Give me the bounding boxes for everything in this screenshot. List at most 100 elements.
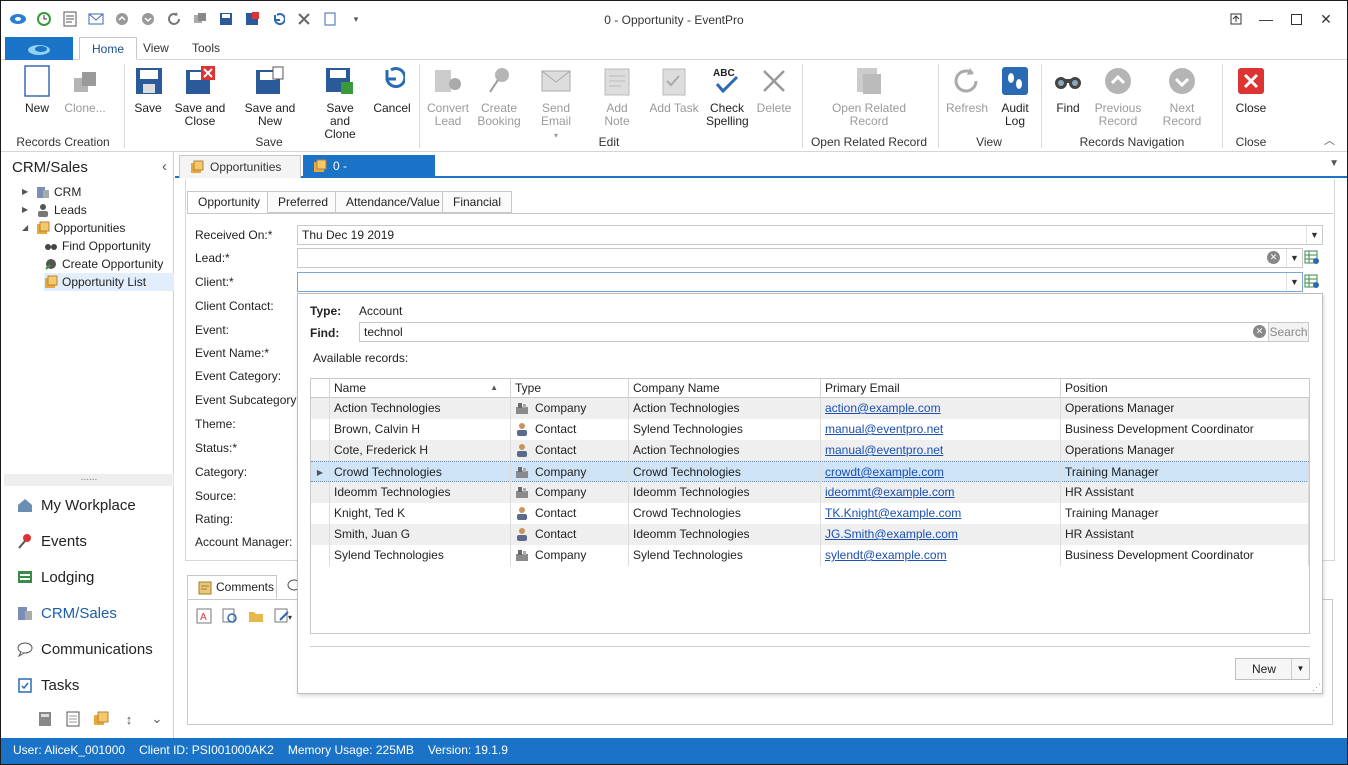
clear-icon[interactable]: ✕ [1267,251,1280,264]
open-related-record-button[interactable]: Open Related Record [831,64,907,128]
search-button[interactable]: Search [1268,323,1308,341]
find-replace-icon[interactable] [222,608,238,627]
collapse-panel-icon[interactable]: ‹ [162,158,167,175]
find-button[interactable]: Find [1051,64,1085,115]
client-field[interactable]: ▼ [297,272,1303,292]
chevron-down-icon[interactable]: ▼ [1286,249,1302,267]
table-row[interactable]: Action Technologies Company Action Technol… [311,398,1309,419]
table-row[interactable]: Ideomm Technologies Company Ideomm Technol… [311,482,1309,503]
nav-tasks[interactable]: Tasks [17,674,79,696]
delete-button[interactable]: Delete [755,64,793,115]
chevron-down-icon[interactable]: ▼ [1306,226,1322,244]
email-link[interactable]: manual@eventpro.net [825,443,943,457]
email-link[interactable]: ideommt@example.com [825,485,955,499]
close-window-icon[interactable]: ✕ [1311,7,1341,31]
row-indicator[interactable] [311,440,330,461]
chevron-down-icon[interactable]: ▼ [1286,273,1302,291]
maximize-icon[interactable] [1281,7,1311,31]
email-link[interactable]: sylendt@example.com [825,548,947,562]
tab-opportunity-record[interactable]: 0 - Opportunity✕ [303,155,435,195]
tab-list-dropdown-icon[interactable]: ▼ [1329,158,1339,169]
grid-lookup-icon[interactable] [1304,273,1320,291]
cancel-button[interactable]: Cancel [372,64,412,115]
column-header-name[interactable]: Name ▲ [330,379,511,398]
tree-item-opportunity-list[interactable]: Opportunity List [44,273,174,291]
tree-item-create-opportunity[interactable]: Create Opportunity [44,255,163,273]
create-booking-button[interactable]: Create Booking [477,64,521,128]
table-row[interactable]: Cote, Frederick H Contact Action Technolog… [311,440,1309,461]
previous-record-button[interactable]: Previous Record [1093,64,1143,128]
email-link[interactable]: manual@eventpro.net [825,422,943,436]
check-spelling-button[interactable]: ABC Check Spelling [706,64,749,128]
save-and-clone-button[interactable]: Save and Clone [315,64,365,141]
open-folder-icon[interactable] [248,608,264,627]
resize-grip-icon[interactable]: ⋰ [1312,682,1321,693]
column-header-primary-email[interactable]: Primary Email [821,379,1061,398]
nav-lodging[interactable]: Lodging [17,566,94,588]
column-header-company-name[interactable]: Company Name [629,379,821,398]
collapse-ribbon-icon[interactable]: ︿ [1324,132,1335,148]
row-indicator[interactable] [311,545,330,566]
row-indicator[interactable] [311,398,330,419]
tab-view[interactable]: View [131,37,181,60]
tab-preferred[interactable]: Preferred [267,191,340,213]
app-menu-button[interactable] [5,37,73,60]
clone-button[interactable]: Clone... [61,64,109,115]
tree-item-opportunities[interactable]: ◢ Opportunities [22,219,125,237]
row-indicator[interactable] [311,503,330,524]
new-button[interactable]: New [19,64,55,115]
nav-crm-sales[interactable]: CRM/Sales [17,602,117,624]
nav-events[interactable]: Events [17,530,87,552]
nav-communications[interactable]: Communications [17,638,153,660]
format-icon[interactable]: A [196,608,212,627]
table-row[interactable]: Smith, Juan G Contact Ideomm Technologies J… [311,524,1309,545]
refresh-button[interactable]: Refresh [945,64,989,115]
find-input[interactable]: technol ✕ Search [359,322,1309,342]
tab-opportunity[interactable]: Opportunity [187,191,272,214]
add-note-button[interactable]: Add Note [593,64,641,128]
minimize-icon[interactable]: — [1251,7,1281,31]
grid-lookup-icon[interactable] [1304,249,1320,267]
received-on-field[interactable]: Thu Dec 19 2019 ▼ [297,225,1323,245]
convert-lead-button[interactable]: Convert Lead [425,64,471,128]
email-link[interactable]: JG.Smith@example.com [825,527,958,541]
table-row[interactable]: Sylend Technologies Company Sylend Technol… [311,545,1309,566]
tree-item-leads[interactable]: ▶ Leads [22,201,87,219]
tree-item-find-opportunity[interactable]: Find Opportunity [44,237,151,255]
tree-item-crm[interactable]: ▶ CRM [22,183,81,201]
chevron-down-icon[interactable]: ⌄ [149,711,165,727]
tab-comments[interactable]: Comments [187,575,277,599]
column-header-position[interactable]: Position [1061,379,1309,398]
tab-opportunities[interactable]: Opportunities [179,155,301,178]
tab-attendance-value[interactable]: Attendance/Value [335,191,451,213]
pin-icon[interactable] [1221,7,1251,31]
clear-search-icon[interactable]: ✕ [1253,325,1266,338]
column-header-type[interactable]: Type [511,379,629,398]
panel-splitter[interactable]: ...... [4,473,174,486]
table-row[interactable]: ▶ Crowd Technologies Company Crowd Technolo… [311,461,1309,483]
sort-arrows-icon[interactable]: ↕ [121,711,137,727]
edit-icon[interactable]: ▾ [274,608,294,627]
table-row[interactable]: Brown, Calvin H Contact Sylend Technologie… [311,419,1309,440]
email-link[interactable]: action@example.com [825,401,941,415]
tab-tools[interactable]: Tools [180,37,232,60]
row-indicator[interactable] [311,419,330,440]
new-record-button[interactable]: New ▼ [1235,658,1310,680]
send-email-button[interactable]: Send Email ▾ [527,64,585,142]
calculator-icon[interactable] [37,711,53,727]
tab-home[interactable]: Home [79,37,138,60]
save-and-new-button[interactable]: Save and New [233,64,307,128]
lead-field[interactable]: ✕ ▼ [297,248,1303,268]
table-row[interactable]: Knight, Ted K Contact Crowd Technologies TK… [311,503,1309,524]
notepad-icon[interactable] [65,711,81,727]
row-indicator[interactable] [311,482,330,503]
audit-log-button[interactable]: Audit Log [997,64,1033,128]
nav-my-workplace[interactable]: My Workplace [17,494,136,516]
close-button[interactable]: Close [1233,64,1269,115]
tab-financial[interactable]: Financial [442,191,513,213]
save-button[interactable]: Save [133,64,163,115]
row-indicator[interactable]: ▶ [311,462,330,483]
row-indicator[interactable] [311,524,330,545]
add-task-button[interactable]: Add Task [649,64,699,115]
email-link[interactable]: TK.Knight@example.com [825,506,961,520]
